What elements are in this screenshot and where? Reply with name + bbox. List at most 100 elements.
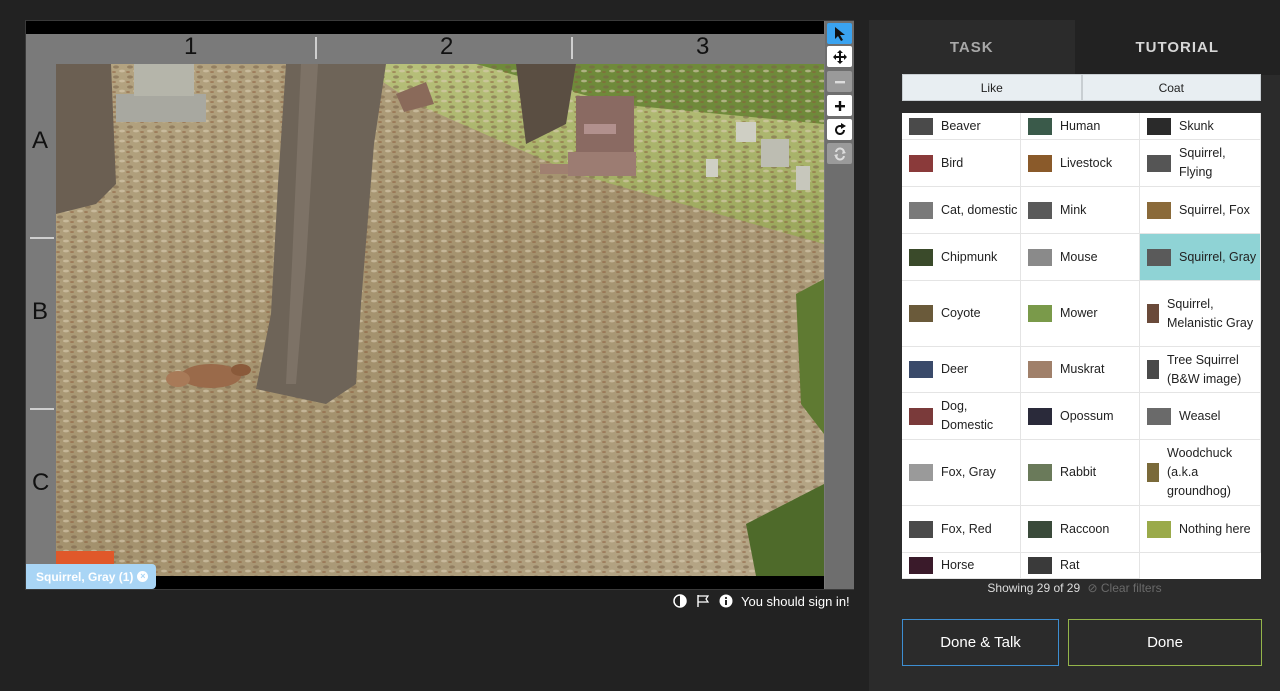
- species-choice[interactable]: Horse: [902, 553, 1021, 579]
- filter-bar: Like Coat: [902, 74, 1261, 101]
- selected-species-chip[interactable]: Squirrel, Gray (1) ×: [26, 564, 157, 589]
- species-choice[interactable]: Nothing here: [1140, 506, 1261, 553]
- species-thumbnail: [1147, 304, 1159, 323]
- grid-divider: [315, 37, 317, 59]
- rotate-button[interactable]: [827, 119, 852, 140]
- species-thumbnail: [909, 520, 933, 538]
- species-thumbnail: [909, 305, 933, 322]
- grid-column-label: 3: [696, 33, 710, 60]
- chip-label: Squirrel, Gray (1): [36, 569, 134, 584]
- tab-task[interactable]: TASK: [869, 20, 1075, 75]
- species-choice[interactable]: Skunk: [1140, 113, 1261, 140]
- species-choice[interactable]: Deer: [902, 347, 1021, 393]
- species-label: Squirrel, Fox: [1179, 202, 1250, 217]
- species-thumbnail: [1147, 201, 1171, 219]
- subject-viewer[interactable]: 1 2 3 A B C Squirrel, Gray (1) ×: [25, 20, 854, 590]
- species-choice[interactable]: Bird: [902, 140, 1021, 187]
- species-choice[interactable]: Mower: [1021, 281, 1140, 347]
- species-label: Rabbit: [1060, 465, 1097, 479]
- plus-icon: [834, 100, 845, 111]
- species-thumbnail: [1147, 463, 1159, 482]
- species-choice[interactable]: Rabbit: [1021, 440, 1140, 506]
- done-button[interactable]: Done: [1068, 619, 1262, 666]
- species-thumbnail: [1028, 361, 1052, 378]
- filter-coat-button[interactable]: Coat: [1081, 74, 1261, 101]
- annotate-pointer-button[interactable]: [827, 23, 852, 44]
- filter-like-button[interactable]: Like: [902, 74, 1082, 101]
- species-label: Raccoon: [1060, 521, 1110, 536]
- species-label: Cat, domestic: [941, 202, 1018, 217]
- species-thumbnail: [909, 154, 933, 172]
- tab-tutorial[interactable]: TUTORIAL: [1074, 20, 1280, 75]
- grid-row-label: A: [32, 127, 49, 154]
- info-icon[interactable]: [718, 594, 733, 609]
- species-choice[interactable]: Livestock: [1021, 140, 1140, 187]
- species-thumbnail: [1028, 557, 1052, 574]
- close-icon[interactable]: ×: [137, 571, 149, 582]
- species-label: Squirrel, Gray: [1179, 249, 1257, 264]
- invert-button[interactable]: [672, 594, 687, 609]
- species-thumbnail: [1028, 407, 1052, 425]
- species-choice[interactable]: Fox, Red: [902, 506, 1021, 553]
- species-label: Chipmunk: [941, 249, 998, 264]
- species-thumbnail: [1147, 117, 1171, 135]
- species-label: Muskrat: [1060, 362, 1105, 376]
- species-thumbnail: [1028, 154, 1052, 172]
- species-choice[interactable]: Tree Squirrel (B&W image): [1140, 347, 1261, 393]
- flag-button[interactable]: [695, 594, 710, 609]
- species-label: Nothing here: [1179, 521, 1251, 536]
- zoom-in-button[interactable]: [827, 95, 852, 116]
- species-choice[interactable]: Mouse: [1021, 234, 1140, 281]
- minus-icon: [834, 80, 845, 83]
- species-label: Bird: [941, 155, 964, 170]
- species-choice[interactable]: Dog, Domestic: [902, 393, 1021, 440]
- species-thumbnail: [909, 407, 933, 425]
- species-choice[interactable]: Human: [1021, 113, 1140, 140]
- species-choice[interactable]: Raccoon: [1021, 506, 1140, 553]
- camera-trap-photo[interactable]: [56, 64, 824, 576]
- species-choice[interactable]: Woodchuck (a.k.a groundhog): [1140, 440, 1261, 506]
- species-thumbnail: [1147, 407, 1171, 425]
- grid-column-label: 1: [184, 33, 198, 60]
- species-thumbnail: [1028, 305, 1052, 322]
- species-choice[interactable]: Mink: [1021, 187, 1140, 234]
- species-choice[interactable]: Beaver: [902, 113, 1021, 140]
- species-label: Coyote: [941, 306, 981, 320]
- species-thumbnail: [1028, 464, 1052, 481]
- species-thumbnail: [909, 557, 933, 574]
- species-label: Opossum: [1060, 408, 1114, 423]
- clear-filters-label: Clear filters: [1100, 581, 1162, 595]
- grid-row-label: B: [32, 298, 49, 325]
- species-choice[interactable]: Opossum: [1021, 393, 1140, 440]
- species-choice[interactable]: Coyote: [902, 281, 1021, 347]
- species-choice[interactable]: Squirrel, Melanistic Gray: [1140, 281, 1261, 347]
- contrast-icon: [672, 594, 687, 608]
- species-thumbnail: [909, 464, 933, 481]
- species-label: Mower: [1060, 306, 1098, 320]
- app-root: 1 2 3 A B C Squirrel, Gray (1) × You sho…: [0, 0, 1280, 691]
- grid-divider: [30, 237, 54, 239]
- species-label: Rat: [1060, 558, 1080, 572]
- species-thumbnail: [1028, 520, 1052, 538]
- species-thumbnail: [1028, 117, 1052, 135]
- species-choice[interactable]: Rat: [1021, 553, 1140, 579]
- flag-icon: [696, 595, 709, 607]
- species-choice[interactable]: Chipmunk: [902, 234, 1021, 281]
- species-choice[interactable]: Squirrel, Gray: [1140, 234, 1261, 281]
- species-choice[interactable]: Squirrel, Fox: [1140, 187, 1261, 234]
- reset-button[interactable]: [827, 143, 852, 164]
- species-thumbnail: [909, 361, 933, 378]
- species-choice[interactable]: Cat, domestic: [902, 187, 1021, 234]
- species-choice[interactable]: Weasel: [1140, 393, 1261, 440]
- subject-meta-row: You should sign in!: [672, 592, 850, 610]
- species-choice[interactable]: Squirrel, Flying: [1140, 140, 1261, 187]
- panel-tabs: TASK TUTORIAL: [869, 20, 1280, 75]
- species-choice[interactable]: Muskrat: [1021, 347, 1140, 393]
- clear-filters-link[interactable]: ⊘ Clear filters: [1088, 581, 1162, 595]
- pan-button[interactable]: [827, 46, 852, 67]
- sign-in-notice[interactable]: You should sign in!: [741, 594, 850, 609]
- done-and-talk-button[interactable]: Done & Talk: [902, 619, 1059, 666]
- species-choice[interactable]: Fox, Gray: [902, 440, 1021, 506]
- zoom-out-button[interactable]: [827, 71, 852, 92]
- species-thumbnail: [1147, 360, 1159, 379]
